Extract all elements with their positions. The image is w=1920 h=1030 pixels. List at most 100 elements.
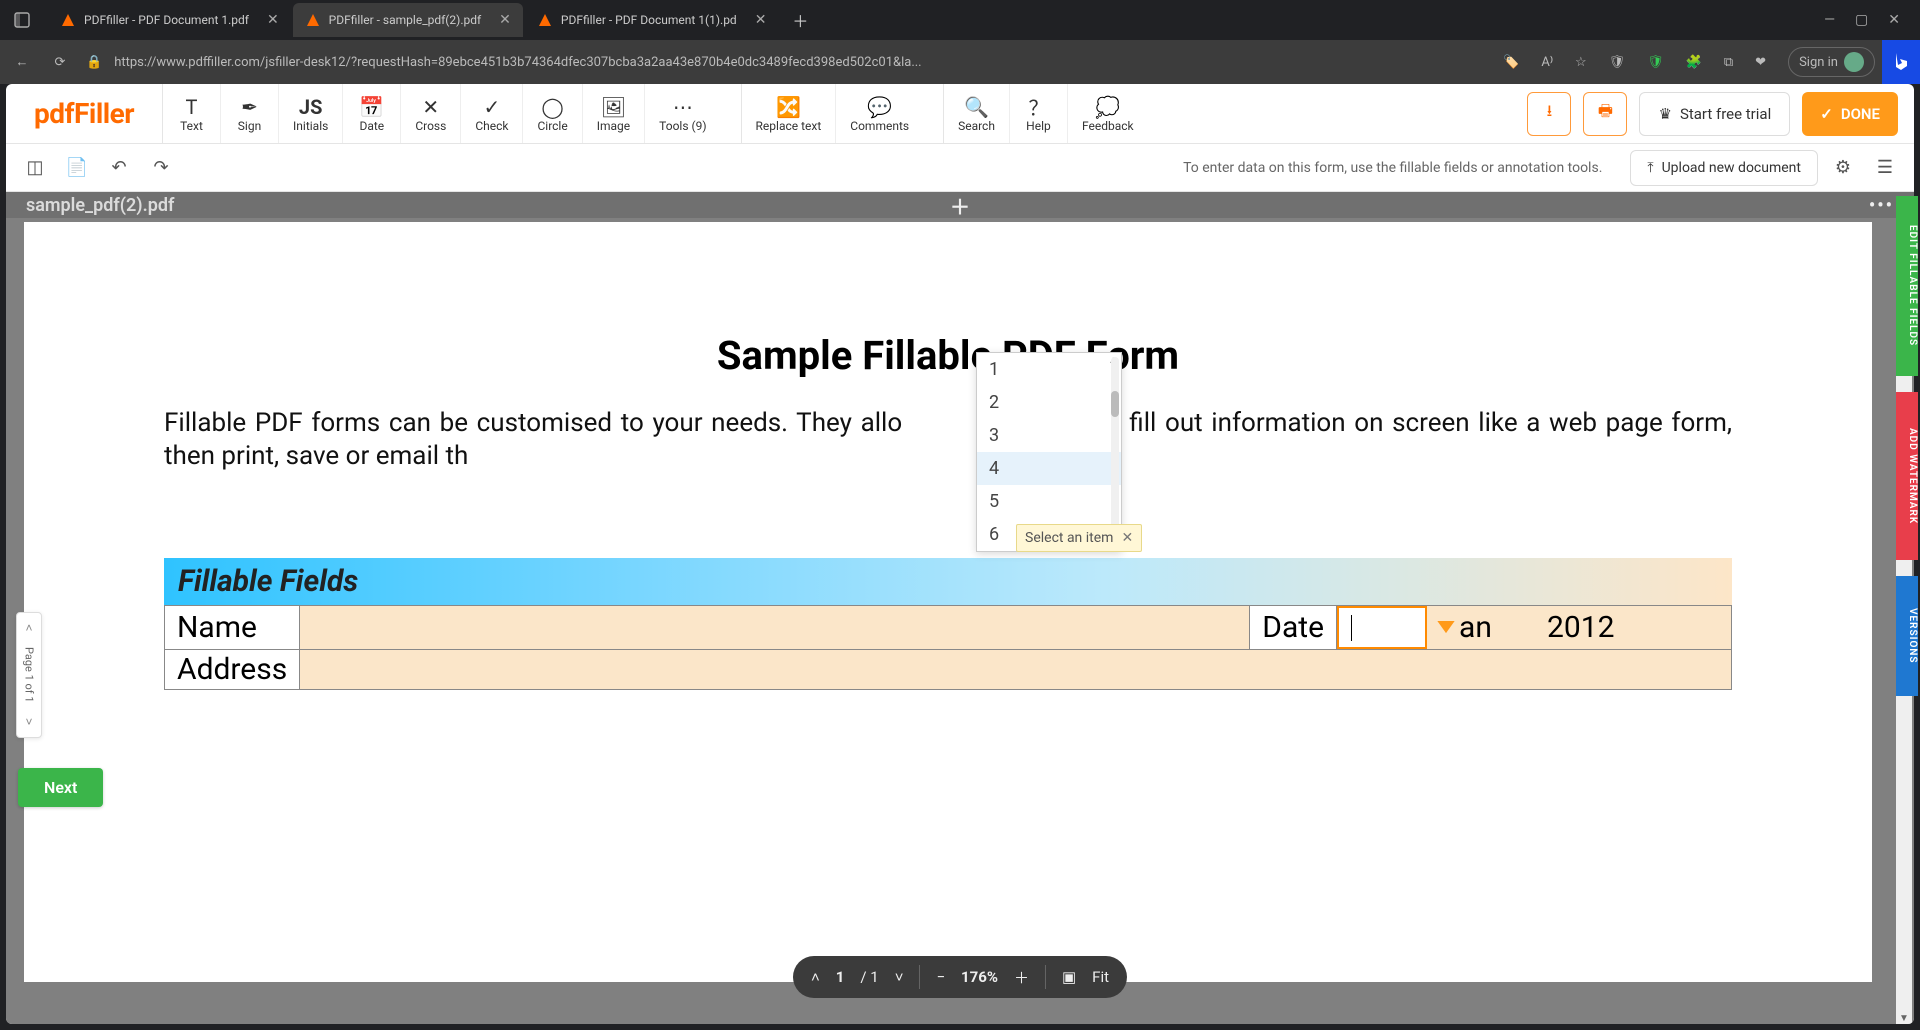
window-controls: — ▢ ✕ — [1824, 12, 1912, 28]
upload-document-button[interactable]: ⤒ Upload new document — [1630, 150, 1818, 186]
crown-icon: ♛ — [1658, 105, 1671, 123]
print-button[interactable]: 🖶 — [1583, 92, 1627, 136]
tooltip-close-button[interactable]: ✕ — [1121, 530, 1133, 546]
url-text: https://www.pdffiller.com/jsfiller-desk1… — [114, 55, 921, 70]
next-field-button[interactable]: Next — [18, 768, 103, 807]
browser-tab-0[interactable]: PDFfiller - PDF Document 1.pdf ✕ — [48, 3, 291, 37]
pdf-page[interactable]: Sample Fillable PDF Form Fillable PDF fo… — [24, 222, 1872, 982]
tool-cross[interactable]: ✕Cross — [400, 84, 460, 143]
close-icon[interactable]: ✕ — [267, 12, 279, 28]
new-tab-button[interactable]: ＋ — [786, 6, 814, 34]
tool-check[interactable]: ✓Check — [460, 84, 522, 143]
start-trial-button[interactable]: ♛Start free trial — [1639, 92, 1790, 136]
browser-tab-1[interactable]: PDFfiller - sample_pdf(2).pdf ✕ — [293, 3, 523, 37]
tool-initials[interactable]: JSInitials — [278, 84, 342, 143]
performance-icon[interactable]: ❤ — [1755, 55, 1766, 70]
main-toolbar: pdfFiller TText ✒Sign JSInitials 📅Date ✕… — [6, 84, 1914, 144]
table-row: Name Date an — [165, 606, 1732, 650]
address-field[interactable] — [300, 650, 1732, 690]
download-button[interactable]: ⭳ — [1527, 92, 1571, 136]
settings-button[interactable]: ⚙ — [1826, 151, 1860, 185]
tab-title: PDFfiller - sample_pdf(2).pdf — [329, 13, 482, 27]
lock-icon: 🔒 — [86, 55, 102, 70]
document-tab-menu[interactable]: ••• — [1869, 195, 1894, 216]
prev-page-button[interactable]: ˄ — [25, 619, 32, 637]
pages-panel-button[interactable]: ◫ — [18, 151, 52, 185]
tool-help[interactable]: ？Help — [1009, 84, 1067, 143]
zoom-out-button[interactable]: − — [936, 968, 945, 986]
add-document-button[interactable]: ＋ — [950, 191, 970, 220]
shield-icon[interactable]: 🛡 — [1609, 55, 1626, 70]
zoom-toolbar: ˄ 1 / 1 ˅ − 176% ＋ ▣ Fit — [793, 956, 1127, 998]
tool-sign[interactable]: ✒Sign — [220, 84, 278, 143]
refresh-button[interactable]: ⟳ — [48, 55, 72, 70]
tool-date[interactable]: 📅Date — [342, 84, 400, 143]
close-icon[interactable]: ✕ — [499, 12, 511, 28]
close-window-button[interactable]: ✕ — [1888, 12, 1900, 28]
next-page-button[interactable]: ˅ — [25, 713, 32, 731]
zoom-in-button[interactable]: ＋ — [1014, 967, 1029, 988]
tool-text[interactable]: TText — [162, 84, 220, 143]
redo-button[interactable]: ↷ — [144, 151, 178, 185]
extensions-icon[interactable]: 🧩 — [1686, 55, 1702, 70]
edit-fillable-fields-rail[interactable]: EDIT FILLABLE FIELDS — [1896, 196, 1918, 376]
scroll-down-arrow[interactable]: ▼ — [1896, 1013, 1912, 1024]
fit-button[interactable]: Fit — [1092, 968, 1109, 986]
year-field[interactable]: 2012 — [1537, 606, 1731, 649]
bing-sidebar-button[interactable] — [1882, 40, 1920, 84]
done-button[interactable]: ✓DONE — [1802, 92, 1898, 136]
tool-comments[interactable]: 💬Comments — [835, 84, 923, 143]
collections-icon[interactable]: ⧉ — [1724, 55, 1733, 70]
sign-in-label: Sign in — [1799, 55, 1838, 70]
dropdown-item-4[interactable]: 4 — [977, 452, 1121, 485]
tab-actions-icon[interactable] — [8, 6, 36, 34]
tab-title: PDFfiller - PDF Document 1(1).pd — [561, 13, 737, 27]
page-up-button[interactable]: ˄ — [811, 968, 820, 986]
fillable-fields-table: Name Date an — [164, 605, 1732, 690]
tool-feedback[interactable]: 💭Feedback — [1067, 84, 1148, 143]
tool-search[interactable]: 🔍Search — [943, 84, 1009, 143]
undo-button[interactable]: ↶ — [102, 151, 136, 185]
read-aloud-icon[interactable]: A⁾ — [1541, 55, 1553, 70]
back-button[interactable]: ← — [10, 54, 34, 70]
close-icon[interactable]: ✕ — [755, 12, 767, 28]
current-page[interactable]: 1 — [836, 968, 845, 986]
favorite-icon[interactable]: ☆ — [1575, 55, 1587, 70]
logo[interactable]: pdfFiller — [6, 97, 162, 130]
day-dropdown-field[interactable] — [1337, 606, 1427, 649]
select-item-tooltip: Select an item ✕ — [1016, 524, 1142, 552]
date-label: Date — [1250, 606, 1337, 650]
document-tab[interactable]: sample_pdf(2).pdf — [26, 195, 174, 216]
maximize-button[interactable]: ▢ — [1855, 12, 1868, 28]
add-watermark-rail[interactable]: ADD WATERMARK — [1896, 392, 1918, 560]
add-page-button[interactable]: 📄 — [60, 151, 94, 185]
dropdown-item-1[interactable]: 1 — [977, 353, 1121, 386]
pdffiller-favicon-icon — [305, 12, 321, 28]
minimize-button[interactable]: — — [1824, 12, 1835, 28]
versions-rail[interactable]: VERSIONS — [1896, 576, 1918, 696]
url-field[interactable]: 🔒 https://www.pdffiller.com/jsfiller-des… — [86, 55, 1046, 70]
intro-paragraph: Fillable PDF forms can be customised to … — [164, 407, 1732, 472]
tracker-icon[interactable]: 🛡 — [1647, 55, 1664, 70]
zoom-percent: 176% — [961, 968, 998, 986]
month-dropdown-field[interactable]: an — [1427, 606, 1537, 649]
page-down-button[interactable]: ˅ — [895, 968, 904, 986]
sign-icon: ✒ — [241, 95, 258, 119]
page-indicator: Page 1 of 1 — [23, 637, 36, 713]
browser-tab-2[interactable]: PDFfiller - PDF Document 1(1).pd ✕ — [525, 3, 779, 37]
price-tag-icon[interactable]: 🏷️ — [1503, 55, 1519, 70]
pdffiller-app: pdfFiller TText ✒Sign JSInitials 📅Date ✕… — [6, 84, 1914, 1024]
replace-icon: 🔀 — [776, 95, 801, 119]
tool-image[interactable]: 🖼Image — [582, 84, 644, 143]
day-dropdown-list[interactable]: ▲ 1 2 3 4 5 6 — [976, 352, 1122, 552]
tool-circle[interactable]: ◯Circle — [522, 84, 581, 143]
dropdown-scrollbar-thumb[interactable] — [1111, 391, 1119, 417]
name-field[interactable] — [300, 606, 1250, 650]
dropdown-item-3[interactable]: 3 — [977, 419, 1121, 452]
tool-replace-text[interactable]: 🔀Replace text — [741, 84, 836, 143]
tool-more[interactable]: ⋯Tools (9) — [644, 84, 720, 143]
dropdown-item-5[interactable]: 5 — [977, 485, 1121, 518]
outline-button[interactable]: ☰ — [1868, 151, 1902, 185]
sign-in-button[interactable]: Sign in — [1788, 47, 1875, 77]
dropdown-item-2[interactable]: 2 — [977, 386, 1121, 419]
